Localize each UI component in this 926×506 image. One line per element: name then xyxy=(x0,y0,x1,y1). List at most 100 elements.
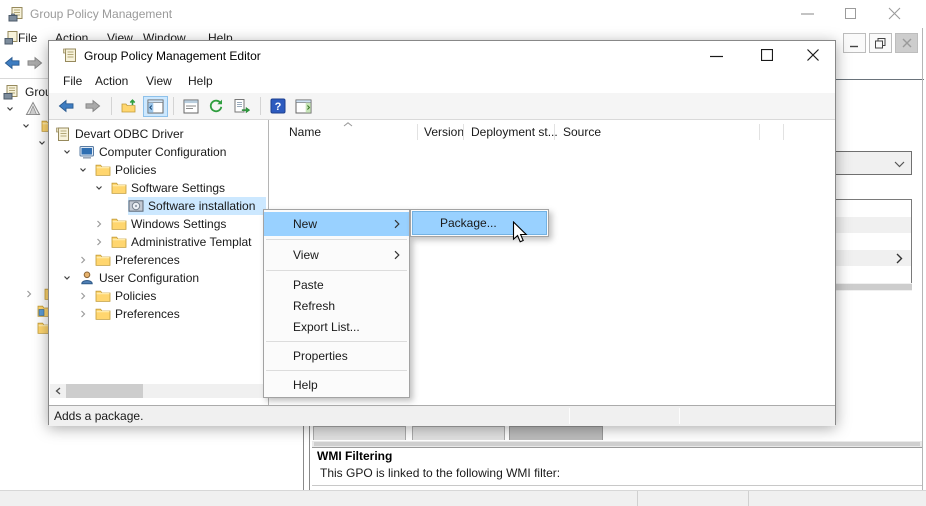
maximize-button[interactable] xyxy=(845,8,857,20)
show-console-tree-icon[interactable] xyxy=(144,97,167,116)
folder-icon xyxy=(111,180,130,196)
column-divider[interactable] xyxy=(417,124,418,140)
folder-icon xyxy=(95,306,114,322)
chevron-down-icon[interactable] xyxy=(78,165,95,175)
mdi-window-controls xyxy=(843,33,918,53)
menu-item-help[interactable]: Help xyxy=(264,374,409,395)
close-icon[interactable] xyxy=(807,49,819,61)
show-action-pane-icon[interactable] xyxy=(292,97,315,116)
wmi-filtering-text: This GPO is linked to the following WMI … xyxy=(320,466,560,480)
column-header-deployment[interactable]: Deployment st... xyxy=(471,125,558,139)
folder-icon xyxy=(111,234,130,250)
tree-item-user-configuration[interactable]: User Configuration xyxy=(49,269,266,287)
window-right-border xyxy=(922,28,923,490)
tree-item-devart-odbc-driver[interactable]: Devart ODBC Driver xyxy=(49,125,266,143)
tree-item-gpm-root[interactable]: Grou xyxy=(3,83,52,100)
help-icon[interactable]: ? xyxy=(267,96,289,116)
user-icon xyxy=(79,270,98,286)
editor-title-bar[interactable]: Group Policy Management Editor xyxy=(49,41,835,70)
back-icon[interactable] xyxy=(54,96,78,116)
tree-item-software-installation[interactable]: Software installation xyxy=(49,197,266,215)
chevron-right-icon[interactable] xyxy=(78,291,95,301)
menu-item-new[interactable]: New xyxy=(264,212,409,236)
scrollbar-thumb[interactable] xyxy=(66,384,143,398)
minimize-button[interactable] xyxy=(710,55,724,58)
menu-item-refresh[interactable]: Refresh xyxy=(264,295,409,316)
chevron-right-icon[interactable] xyxy=(24,289,41,299)
gpo-scroll-icon xyxy=(55,126,74,142)
minimize-button[interactable] xyxy=(801,8,815,20)
column-divider[interactable] xyxy=(463,124,464,140)
mdi-close-button[interactable] xyxy=(895,33,918,53)
menu-file[interactable]: File xyxy=(18,31,37,46)
menu-view[interactable]: View xyxy=(146,74,172,88)
tree-item-administrative-templates[interactable]: Administrative Templat xyxy=(49,233,266,251)
properties-icon[interactable] xyxy=(180,97,202,116)
menu-item-label: Export List... xyxy=(293,320,360,334)
pane-splitter[interactable] xyxy=(303,425,310,490)
chevron-right-icon[interactable] xyxy=(78,255,95,265)
tree-item-policies-user[interactable]: Policies xyxy=(49,287,266,305)
tree-item-windows-settings[interactable]: Windows Settings xyxy=(49,215,266,233)
refresh-icon[interactable] xyxy=(205,96,227,116)
tree-item-label: User Configuration xyxy=(98,271,199,285)
submenu-arrow-icon xyxy=(394,219,400,229)
up-one-level-icon[interactable] xyxy=(118,96,141,116)
tree-item-label: Windows Settings xyxy=(130,217,226,231)
close-icon[interactable] xyxy=(888,7,901,20)
forward-icon[interactable] xyxy=(81,96,105,116)
menu-file[interactable]: File xyxy=(63,74,82,88)
menu-item-label: Refresh xyxy=(293,299,335,313)
chevron-down-icon[interactable] xyxy=(62,273,79,283)
tree-item-software-settings[interactable]: Software Settings xyxy=(49,179,266,197)
toolbar-separator xyxy=(173,97,174,115)
chevron-down-icon[interactable] xyxy=(94,183,111,193)
menu-item-properties[interactable]: Properties xyxy=(264,345,409,367)
tree-item-preferences-user[interactable]: Preferences xyxy=(49,305,266,323)
column-divider[interactable] xyxy=(554,124,555,140)
chevron-down-icon[interactable] xyxy=(62,147,79,157)
column-divider[interactable] xyxy=(759,124,760,140)
menu-action[interactable]: Action xyxy=(95,74,128,88)
submenu-arrow-icon xyxy=(394,250,400,260)
column-divider[interactable] xyxy=(783,124,784,140)
tree-item-label: Administrative Templat xyxy=(130,235,252,249)
tree-item-policies[interactable]: Policies xyxy=(49,161,266,179)
back-icon[interactable] xyxy=(3,55,21,71)
menu-separator xyxy=(266,270,407,271)
menu-item-paste[interactable]: Paste xyxy=(264,274,409,295)
tree-item-label: Devart ODBC Driver xyxy=(74,127,184,141)
menu-item-label: New xyxy=(293,217,317,231)
column-header-version[interactable]: Version xyxy=(424,125,464,139)
menu-help[interactable]: Help xyxy=(188,74,213,88)
tree-h-scrollbar[interactable] xyxy=(50,384,267,398)
forward-icon[interactable] xyxy=(26,55,44,71)
chevron-right-icon xyxy=(896,253,903,264)
column-header-name[interactable]: Name xyxy=(289,125,321,139)
chevron-right-icon[interactable] xyxy=(94,219,111,229)
horizontal-scrollbar[interactable] xyxy=(312,440,922,448)
editor-window-title: Group Policy Management Editor xyxy=(84,49,261,63)
editor-status-bar: Adds a package. xyxy=(49,405,835,426)
export-list-icon[interactable] xyxy=(230,96,254,116)
tree-item-label: Preferences xyxy=(114,307,180,321)
folder-icon xyxy=(95,252,114,268)
tree-item-preferences[interactable]: Preferences xyxy=(49,251,266,269)
column-header-source[interactable]: Source xyxy=(563,125,601,139)
chevron-down-icon[interactable] xyxy=(21,121,38,131)
menu-item-view[interactable]: View xyxy=(264,243,409,267)
tree-item-label: Policies xyxy=(114,163,156,177)
menu-separator xyxy=(266,341,407,342)
chevron-down-icon[interactable] xyxy=(5,104,22,114)
mdi-minimize-button[interactable] xyxy=(843,33,866,53)
maximize-button[interactable] xyxy=(761,49,773,61)
tree-item-computer-configuration[interactable]: Computer Configuration xyxy=(49,143,266,161)
mdi-restore-button[interactable] xyxy=(869,33,892,53)
selected-tree-item[interactable]: Software installation xyxy=(128,197,266,215)
menu-item-export-list[interactable]: Export List... xyxy=(264,316,409,338)
gpm-menubar-icon xyxy=(4,30,19,45)
scroll-left-icon[interactable] xyxy=(50,387,66,395)
chevron-right-icon[interactable] xyxy=(78,309,95,319)
chevron-right-icon[interactable] xyxy=(94,237,111,247)
tree-item-forest[interactable]: F xyxy=(5,100,54,117)
